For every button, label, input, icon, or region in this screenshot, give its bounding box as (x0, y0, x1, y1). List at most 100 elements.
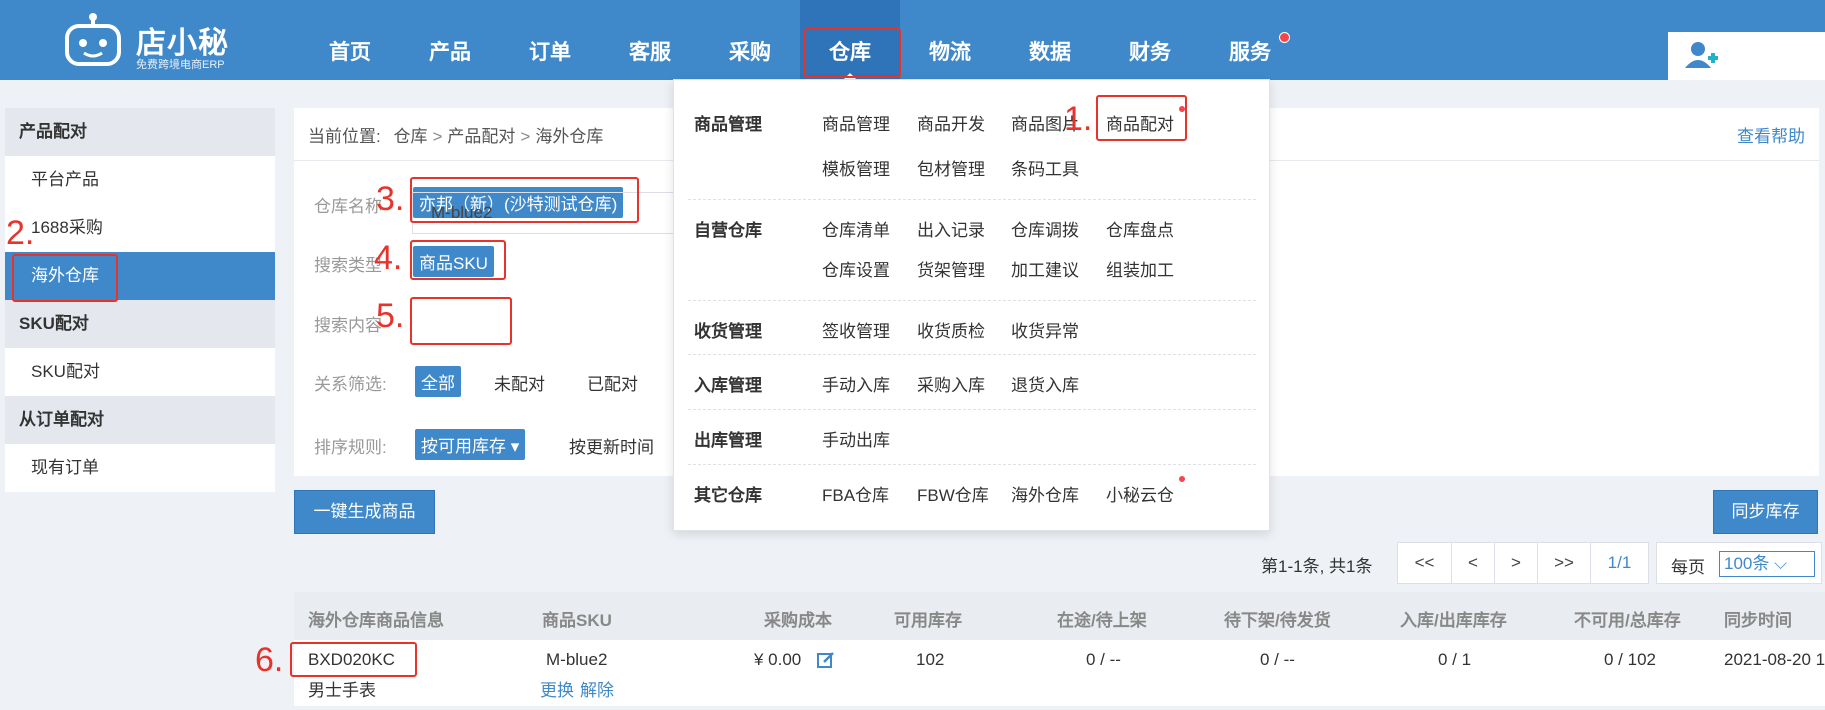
nav-item-products[interactable]: 产品 (400, 0, 500, 80)
nav-item-services-label: 服务 (1229, 41, 1271, 64)
brand-tagline: 免费跨境电商ERP (136, 59, 225, 71)
menu-divider (688, 300, 1256, 301)
column-header: 海外仓库商品信息 (308, 611, 444, 630)
column-header: 在途/待上架 (1057, 611, 1147, 630)
annotation-label-3: 3. (376, 180, 405, 218)
breadcrumb-separator: > (432, 127, 443, 146)
menu-item-manual-inbound[interactable]: 手动入库 (822, 371, 890, 396)
menu-item-shelf-management[interactable]: 货架管理 (917, 256, 985, 281)
pending-stock: 0 / -- (1260, 650, 1295, 669)
menu-item-warehouse-list[interactable]: 仓库清单 (822, 216, 890, 241)
in-transit-stock: 0 / -- (1086, 650, 1121, 669)
menu-item-in-out-records[interactable]: 出入记录 (917, 216, 985, 241)
menu-item-return-inbound[interactable]: 退货入库 (1011, 371, 1079, 396)
menu-item-purchase-inbound[interactable]: 采购入库 (917, 371, 985, 396)
column-header: 不可用/总库存 (1574, 611, 1681, 630)
menu-item-packaging-management[interactable]: 包材管理 (917, 155, 985, 180)
page-size-label: 每页 (1671, 558, 1705, 577)
breadcrumb: 当前位置: 仓库 > 产品配对 > 海外仓库 (308, 122, 603, 147)
warehouse-dropdown-menu: 商品管理 商品管理 商品开发 商品图片 商品配对 模板管理 包材管理 条码工具 … (673, 79, 1270, 531)
menu-item-warehouse-settings[interactable]: 仓库设置 (822, 256, 890, 281)
menu-item-product-management[interactable]: 商品管理 (822, 110, 890, 135)
annotation-label-5: 5. (376, 297, 405, 335)
first-page-button[interactable]: << (1397, 542, 1452, 584)
top-navbar: 店小秘 免费跨境电商ERP 首页 产品 订单 客服 采购 仓库 物流 数据 财务… (0, 0, 1825, 80)
breadcrumb-prefix: 当前位置: (308, 127, 381, 146)
annotation-label-2: 2. (6, 214, 35, 252)
menu-group-title: 其它仓库 (694, 486, 762, 505)
user-menu[interactable] (1668, 32, 1825, 80)
relation-option-paired[interactable]: 已配对 (587, 370, 638, 395)
menu-item-receipt-management[interactable]: 签收管理 (822, 317, 890, 342)
replace-link[interactable]: 更换 (540, 676, 574, 701)
menu-divider (688, 464, 1256, 465)
page-size-selector: 每页 100条 ⌵ (1656, 542, 1822, 584)
column-header: 入库/出库库存 (1400, 611, 1507, 630)
search-content-label: 搜索内容 (314, 316, 382, 335)
breadcrumb-separator: > (520, 127, 531, 146)
menu-item-processing-suggestions[interactable]: 加工建议 (1011, 256, 1079, 281)
sort-rule-label: 排序规则: (314, 438, 387, 457)
menu-item-manual-outbound[interactable]: 手动出库 (822, 426, 890, 451)
menu-item-template-management[interactable]: 模板管理 (822, 155, 890, 180)
column-header: 商品SKU (542, 611, 612, 630)
nav-item-orders[interactable]: 订单 (500, 0, 600, 80)
nav-item-services[interactable]: 服务 (1200, 0, 1300, 80)
relation-option-unpaired[interactable]: 未配对 (494, 370, 545, 395)
table-row: BXD020KC 男士手表 M-blue2 更换 解除 ¥ 0.00 102 0… (294, 640, 1825, 706)
menu-group-title: 商品管理 (694, 115, 762, 134)
menu-item-fba-warehouse[interactable]: FBA仓库 (822, 481, 889, 506)
column-header: 可用库存 (894, 611, 962, 630)
unbind-link[interactable]: 解除 (580, 676, 614, 701)
generate-products-button[interactable]: 一键生成商品 (294, 490, 435, 534)
edit-icon[interactable] (816, 650, 836, 670)
sidebar-item-sku-pairing[interactable]: SKU配对 (5, 348, 275, 396)
in-out-stock: 0 / 1 (1438, 650, 1472, 669)
nav-item-customer-service[interactable]: 客服 (600, 0, 700, 80)
menu-item-fbw-warehouse[interactable]: FBW仓库 (917, 481, 989, 506)
last-page-button[interactable]: >> (1537, 542, 1591, 584)
add-user-icon (1685, 42, 1718, 68)
breadcrumb-item[interactable]: 仓库 (393, 127, 427, 146)
menu-item-warehouse-transfer[interactable]: 仓库调拨 (1011, 216, 1079, 241)
product-code: BXD020KC (308, 650, 395, 669)
breadcrumb-item[interactable]: 产品配对 (447, 127, 515, 146)
nav-item-logistics[interactable]: 物流 (900, 0, 1000, 80)
relation-option-all[interactable]: 全部 (415, 366, 461, 397)
sort-by-available-stock[interactable]: 按可用库存 ▾ (415, 429, 526, 460)
menu-group-title: 自营仓库 (694, 221, 762, 240)
next-page-button[interactable]: > (1494, 542, 1538, 584)
current-page: 1/1 (1590, 542, 1649, 584)
nav-item-data[interactable]: 数据 (1000, 0, 1100, 80)
menu-item-barcode-tool[interactable]: 条码工具 (1011, 155, 1079, 180)
sort-by-update-time[interactable]: 按更新时间 (569, 433, 654, 458)
nav-item-home[interactable]: 首页 (300, 0, 400, 80)
search-type-chip[interactable]: 商品SKU (413, 246, 494, 277)
page-size-select[interactable]: 100条 ⌵ (1719, 551, 1815, 577)
menu-item-product-development[interactable]: 商品开发 (917, 110, 985, 135)
available-stock: 102 (916, 650, 945, 669)
menu-item-xiaomi-cloud-warehouse[interactable]: 小秘云仓 (1106, 481, 1174, 506)
sidebar-item-overseas-warehouse[interactable]: 海外仓库 (5, 252, 275, 300)
column-header: 采购成本 (764, 611, 832, 630)
sidebar-item-platform-products[interactable]: 平台产品 (5, 156, 275, 204)
sidebar-item-1688-purchase[interactable]: 1688采购 (5, 204, 275, 252)
prev-page-button[interactable]: < (1451, 542, 1495, 584)
help-link[interactable]: 查看帮助 (1737, 122, 1805, 147)
menu-divider (688, 409, 1256, 410)
menu-item-receipt-inspection[interactable]: 收货质检 (917, 317, 985, 342)
menu-group-title: 收货管理 (694, 322, 762, 341)
menu-item-assembly-processing[interactable]: 组装加工 (1106, 256, 1174, 281)
brand-logo[interactable]: 店小秘 免费跨境电商ERP (64, 8, 264, 72)
nav-item-purchasing[interactable]: 采购 (700, 0, 800, 80)
menu-item-stocktaking[interactable]: 仓库盘点 (1106, 216, 1174, 241)
pagination: << < > >> 1/1 (1397, 542, 1649, 584)
menu-item-receipt-exceptions[interactable]: 收货异常 (1011, 317, 1079, 342)
menu-item-overseas-warehouse[interactable]: 海外仓库 (1011, 481, 1079, 506)
sidebar-item-existing-orders[interactable]: 现有订单 (5, 444, 275, 492)
sync-stock-button[interactable]: 同步库存 (1713, 490, 1818, 534)
nav-item-warehouse[interactable]: 仓库 (800, 0, 900, 80)
nav-item-finance[interactable]: 财务 (1100, 0, 1200, 80)
menu-item-product-pairing[interactable]: 商品配对 (1106, 110, 1174, 135)
notification-dot (1279, 32, 1290, 43)
